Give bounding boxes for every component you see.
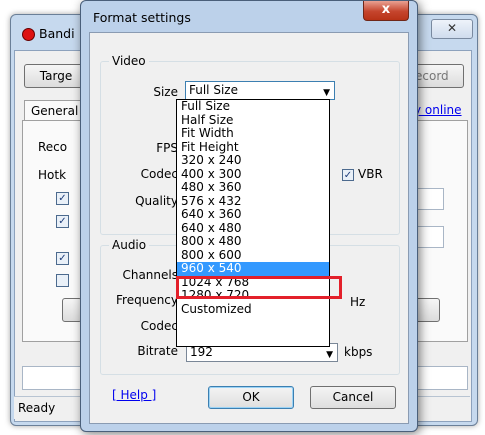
background-checkbox[interactable] <box>56 274 69 287</box>
tab-general[interactable]: General <box>24 100 84 120</box>
close-icon: ✕ <box>446 21 458 35</box>
size-select[interactable]: Full Size ▼ <box>185 81 335 100</box>
fps-label: FPS <box>156 141 178 155</box>
size-option[interactable]: 640 x 360 <box>177 207 329 222</box>
frequency-unit: Hz <box>350 295 366 309</box>
background-checkbox[interactable]: ✓ <box>56 252 69 265</box>
size-option[interactable]: 800 x 480 <box>177 234 329 249</box>
background-record-group-label: Reco <box>38 140 68 154</box>
background-button[interactable] <box>62 298 82 322</box>
size-option[interactable]: Fit Height <box>177 140 329 155</box>
size-option[interactable]: 320 x 240 <box>177 153 329 168</box>
size-option[interactable]: 800 x 600 <box>177 248 329 263</box>
close-icon: x <box>381 2 391 17</box>
dialog-close-button[interactable]: x <box>363 1 409 21</box>
background-online-link[interactable]: y online <box>414 103 462 117</box>
ok-button[interactable]: OK <box>208 386 294 409</box>
background-hotkey-label: Hotk <box>38 168 67 182</box>
background-checkbox[interactable]: ✓ <box>56 215 69 228</box>
frequency-label: Frequency <box>116 293 178 307</box>
size-option[interactable]: 960 x 540 <box>177 261 329 276</box>
bitrate-unit: kbps <box>344 345 373 359</box>
size-option[interactable]: 576 x 432 <box>177 194 329 209</box>
size-label: Size <box>153 85 178 99</box>
size-option[interactable]: 400 x 300 <box>177 167 329 182</box>
bitrate-label: Bitrate <box>137 344 178 358</box>
background-checkbox[interactable]: ✓ <box>56 192 69 205</box>
video-codec-label: Codec <box>140 167 178 181</box>
vbr-checkbox[interactable]: ✓ <box>342 169 354 181</box>
record-dot-icon <box>22 28 35 41</box>
background-close-button[interactable]: ✕ <box>431 19 473 39</box>
status-text: Ready <box>18 401 56 415</box>
chevron-down-icon: ▼ <box>326 350 333 360</box>
size-select-value: Full Size <box>189 83 238 97</box>
vbr-label: VBR <box>358 167 383 181</box>
size-option[interactable]: Customized <box>177 302 329 317</box>
annotation-highlight-box <box>176 276 342 299</box>
size-dropdown-list[interactable]: Full Size Half Size Fit Width Fit Height 320… <box>176 99 330 347</box>
quality-label: Quality <box>135 194 178 208</box>
size-option[interactable]: Full Size <box>177 99 329 114</box>
dialog-title: Format settings <box>93 10 191 25</box>
size-option[interactable]: Fit Width <box>177 126 329 141</box>
background-target-button[interactable]: Targe <box>24 64 88 88</box>
help-link[interactable]: [ Help ] <box>112 388 156 402</box>
background-record-button[interactable]: ecord <box>412 64 464 88</box>
size-option[interactable]: 480 x 360 <box>177 180 329 195</box>
size-option[interactable]: Half Size <box>177 113 329 128</box>
audio-codec-label: Codec <box>140 319 178 333</box>
bitrate-value: 192 <box>190 345 213 359</box>
video-group-title: Video <box>109 54 149 68</box>
channels-label: Channels <box>122 268 178 282</box>
cancel-button[interactable]: Cancel <box>310 386 396 409</box>
size-option[interactable]: 640 x 480 <box>177 221 329 236</box>
audio-group-title: Audio <box>109 238 150 252</box>
background-window-title: Bandi <box>39 26 75 41</box>
